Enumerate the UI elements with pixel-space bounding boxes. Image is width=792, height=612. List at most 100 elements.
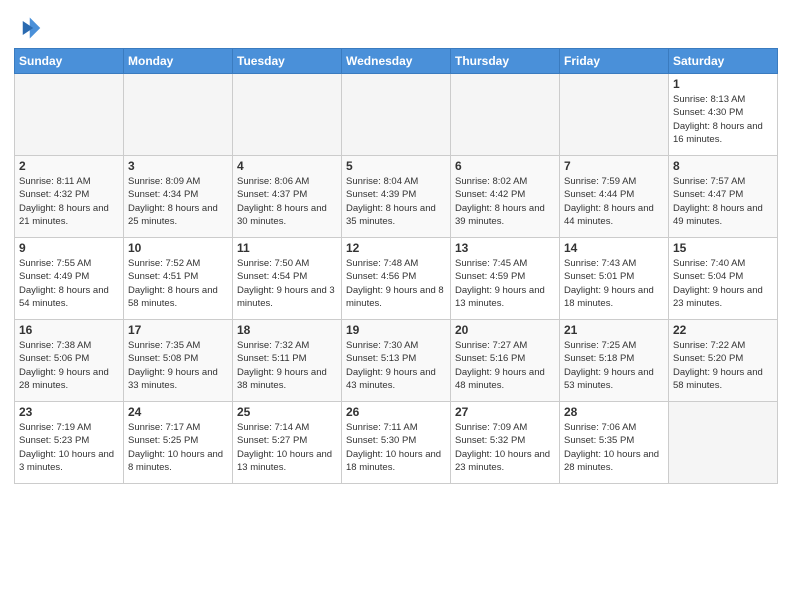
calendar-cell: 2 Sunrise: 8:11 AM Sunset: 4:32 PM Daylig… — [15, 156, 124, 238]
day-info: Sunrise: 8:11 AM Sunset: 4:32 PM Dayligh… — [19, 175, 119, 228]
calendar-cell — [15, 74, 124, 156]
calendar-cell — [560, 74, 669, 156]
calendar-cell: 10 Sunrise: 7:52 AM Sunset: 4:51 PM Dayli… — [124, 238, 233, 320]
day-number: 18 — [237, 323, 337, 337]
day-info: Sunrise: 7:57 AM Sunset: 4:47 PM Dayligh… — [673, 175, 773, 228]
calendar-cell: 9 Sunrise: 7:55 AM Sunset: 4:49 PM Daylig… — [15, 238, 124, 320]
weekday-header-monday: Monday — [124, 49, 233, 74]
day-number: 1 — [673, 77, 773, 91]
weekday-header-row: SundayMondayTuesdayWednesdayThursdayFrid… — [15, 49, 778, 74]
calendar-cell: 27 Sunrise: 7:09 AM Sunset: 5:32 PM Dayli… — [451, 402, 560, 484]
calendar-cell: 7 Sunrise: 7:59 AM Sunset: 4:44 PM Daylig… — [560, 156, 669, 238]
day-number: 11 — [237, 241, 337, 255]
day-number: 9 — [19, 241, 119, 255]
day-info: Sunrise: 7:30 AM Sunset: 5:13 PM Dayligh… — [346, 339, 446, 392]
day-info: Sunrise: 7:55 AM Sunset: 4:49 PM Dayligh… — [19, 257, 119, 310]
calendar-cell: 6 Sunrise: 8:02 AM Sunset: 4:42 PM Daylig… — [451, 156, 560, 238]
calendar-cell — [669, 402, 778, 484]
calendar-cell — [124, 74, 233, 156]
day-info: Sunrise: 7:14 AM Sunset: 5:27 PM Dayligh… — [237, 421, 337, 474]
day-info: Sunrise: 7:17 AM Sunset: 5:25 PM Dayligh… — [128, 421, 228, 474]
day-number: 15 — [673, 241, 773, 255]
calendar-cell: 25 Sunrise: 7:14 AM Sunset: 5:27 PM Dayli… — [233, 402, 342, 484]
calendar-cell: 23 Sunrise: 7:19 AM Sunset: 5:23 PM Dayli… — [15, 402, 124, 484]
calendar: SundayMondayTuesdayWednesdayThursdayFrid… — [14, 48, 778, 484]
calendar-cell: 21Sunrise: 7:25 AM Sunset: 5:18 PM Dayli… — [560, 320, 669, 402]
day-info: Sunrise: 7:19 AM Sunset: 5:23 PM Dayligh… — [19, 421, 119, 474]
day-number: 27 — [455, 405, 555, 419]
day-info: Sunrise: 7:22 AM Sunset: 5:20 PM Dayligh… — [673, 339, 773, 392]
day-number: 4 — [237, 159, 337, 173]
calendar-cell: 5 Sunrise: 8:04 AM Sunset: 4:39 PM Daylig… — [342, 156, 451, 238]
day-number: 3 — [128, 159, 228, 173]
day-info: Sunrise: 8:09 AM Sunset: 4:34 PM Dayligh… — [128, 175, 228, 228]
day-info: Sunrise: 7:43 AM Sunset: 5:01 PM Dayligh… — [564, 257, 664, 310]
day-info: Sunrise: 8:13 AM Sunset: 4:30 PM Dayligh… — [673, 93, 773, 146]
day-number: 25 — [237, 405, 337, 419]
weekday-header-thursday: Thursday — [451, 49, 560, 74]
day-number: 8 — [673, 159, 773, 173]
day-number: 13 — [455, 241, 555, 255]
calendar-cell: 19 Sunrise: 7:30 AM Sunset: 5:13 PM Dayli… — [342, 320, 451, 402]
day-info: Sunrise: 8:04 AM Sunset: 4:39 PM Dayligh… — [346, 175, 446, 228]
day-info: Sunrise: 7:32 AM Sunset: 5:11 PM Dayligh… — [237, 339, 337, 392]
day-number: 5 — [346, 159, 446, 173]
calendar-cell: 8 Sunrise: 7:57 AM Sunset: 4:47 PM Daylig… — [669, 156, 778, 238]
day-number: 2 — [19, 159, 119, 173]
weekday-header-tuesday: Tuesday — [233, 49, 342, 74]
calendar-cell: 17Sunrise: 7:35 AM Sunset: 5:08 PM Dayli… — [124, 320, 233, 402]
day-info: Sunrise: 7:11 AM Sunset: 5:30 PM Dayligh… — [346, 421, 446, 474]
day-number: 21 — [564, 323, 664, 337]
day-number: 10 — [128, 241, 228, 255]
calendar-cell: 13 Sunrise: 7:45 AM Sunset: 4:59 PM Dayli… — [451, 238, 560, 320]
day-info: Sunrise: 7:27 AM Sunset: 5:16 PM Dayligh… — [455, 339, 555, 392]
day-info: Sunrise: 7:40 AM Sunset: 5:04 PM Dayligh… — [673, 257, 773, 310]
day-info: Sunrise: 8:02 AM Sunset: 4:42 PM Dayligh… — [455, 175, 555, 228]
week-row-3: 16Sunrise: 7:38 AM Sunset: 5:06 PM Dayli… — [15, 320, 778, 402]
day-number: 14 — [564, 241, 664, 255]
calendar-cell: 22 Sunrise: 7:22 AM Sunset: 5:20 PM Dayli… — [669, 320, 778, 402]
weekday-header-sunday: Sunday — [15, 49, 124, 74]
calendar-cell: 3 Sunrise: 8:09 AM Sunset: 4:34 PM Daylig… — [124, 156, 233, 238]
page: SundayMondayTuesdayWednesdayThursdayFrid… — [0, 0, 792, 612]
calendar-cell: 16Sunrise: 7:38 AM Sunset: 5:06 PM Dayli… — [15, 320, 124, 402]
day-info: Sunrise: 7:06 AM Sunset: 5:35 PM Dayligh… — [564, 421, 664, 474]
header — [14, 10, 778, 42]
calendar-cell: 1 Sunrise: 8:13 AM Sunset: 4:30 PM Daylig… — [669, 74, 778, 156]
week-row-0: 1 Sunrise: 8:13 AM Sunset: 4:30 PM Daylig… — [15, 74, 778, 156]
calendar-cell — [233, 74, 342, 156]
calendar-cell: 20Sunrise: 7:27 AM Sunset: 5:16 PM Dayli… — [451, 320, 560, 402]
weekday-header-wednesday: Wednesday — [342, 49, 451, 74]
day-number: 19 — [346, 323, 446, 337]
logo-icon — [14, 14, 42, 42]
day-info: Sunrise: 7:48 AM Sunset: 4:56 PM Dayligh… — [346, 257, 446, 310]
day-number: 6 — [455, 159, 555, 173]
day-info: Sunrise: 8:06 AM Sunset: 4:37 PM Dayligh… — [237, 175, 337, 228]
calendar-cell: 15 Sunrise: 7:40 AM Sunset: 5:04 PM Dayli… — [669, 238, 778, 320]
calendar-cell: 26Sunrise: 7:11 AM Sunset: 5:30 PM Dayli… — [342, 402, 451, 484]
day-number: 16 — [19, 323, 119, 337]
day-info: Sunrise: 7:45 AM Sunset: 4:59 PM Dayligh… — [455, 257, 555, 310]
calendar-cell: 24 Sunrise: 7:17 AM Sunset: 5:25 PM Dayli… — [124, 402, 233, 484]
logo — [14, 14, 44, 42]
calendar-cell — [451, 74, 560, 156]
calendar-cell: 12 Sunrise: 7:48 AM Sunset: 4:56 PM Dayli… — [342, 238, 451, 320]
day-number: 22 — [673, 323, 773, 337]
day-info: Sunrise: 7:35 AM Sunset: 5:08 PM Dayligh… — [128, 339, 228, 392]
day-number: 24 — [128, 405, 228, 419]
day-number: 23 — [19, 405, 119, 419]
day-info: Sunrise: 7:09 AM Sunset: 5:32 PM Dayligh… — [455, 421, 555, 474]
day-number: 7 — [564, 159, 664, 173]
calendar-cell: 14 Sunrise: 7:43 AM Sunset: 5:01 PM Dayli… — [560, 238, 669, 320]
weekday-header-friday: Friday — [560, 49, 669, 74]
day-info: Sunrise: 7:59 AM Sunset: 4:44 PM Dayligh… — [564, 175, 664, 228]
calendar-cell: 18 Sunrise: 7:32 AM Sunset: 5:11 PM Dayli… — [233, 320, 342, 402]
day-info: Sunrise: 7:52 AM Sunset: 4:51 PM Dayligh… — [128, 257, 228, 310]
week-row-1: 2 Sunrise: 8:11 AM Sunset: 4:32 PM Daylig… — [15, 156, 778, 238]
calendar-cell: 28 Sunrise: 7:06 AM Sunset: 5:35 PM Dayli… — [560, 402, 669, 484]
week-row-4: 23 Sunrise: 7:19 AM Sunset: 5:23 PM Dayli… — [15, 402, 778, 484]
weekday-header-saturday: Saturday — [669, 49, 778, 74]
day-number: 28 — [564, 405, 664, 419]
calendar-cell: 11Sunrise: 7:50 AM Sunset: 4:54 PM Dayli… — [233, 238, 342, 320]
day-number: 12 — [346, 241, 446, 255]
